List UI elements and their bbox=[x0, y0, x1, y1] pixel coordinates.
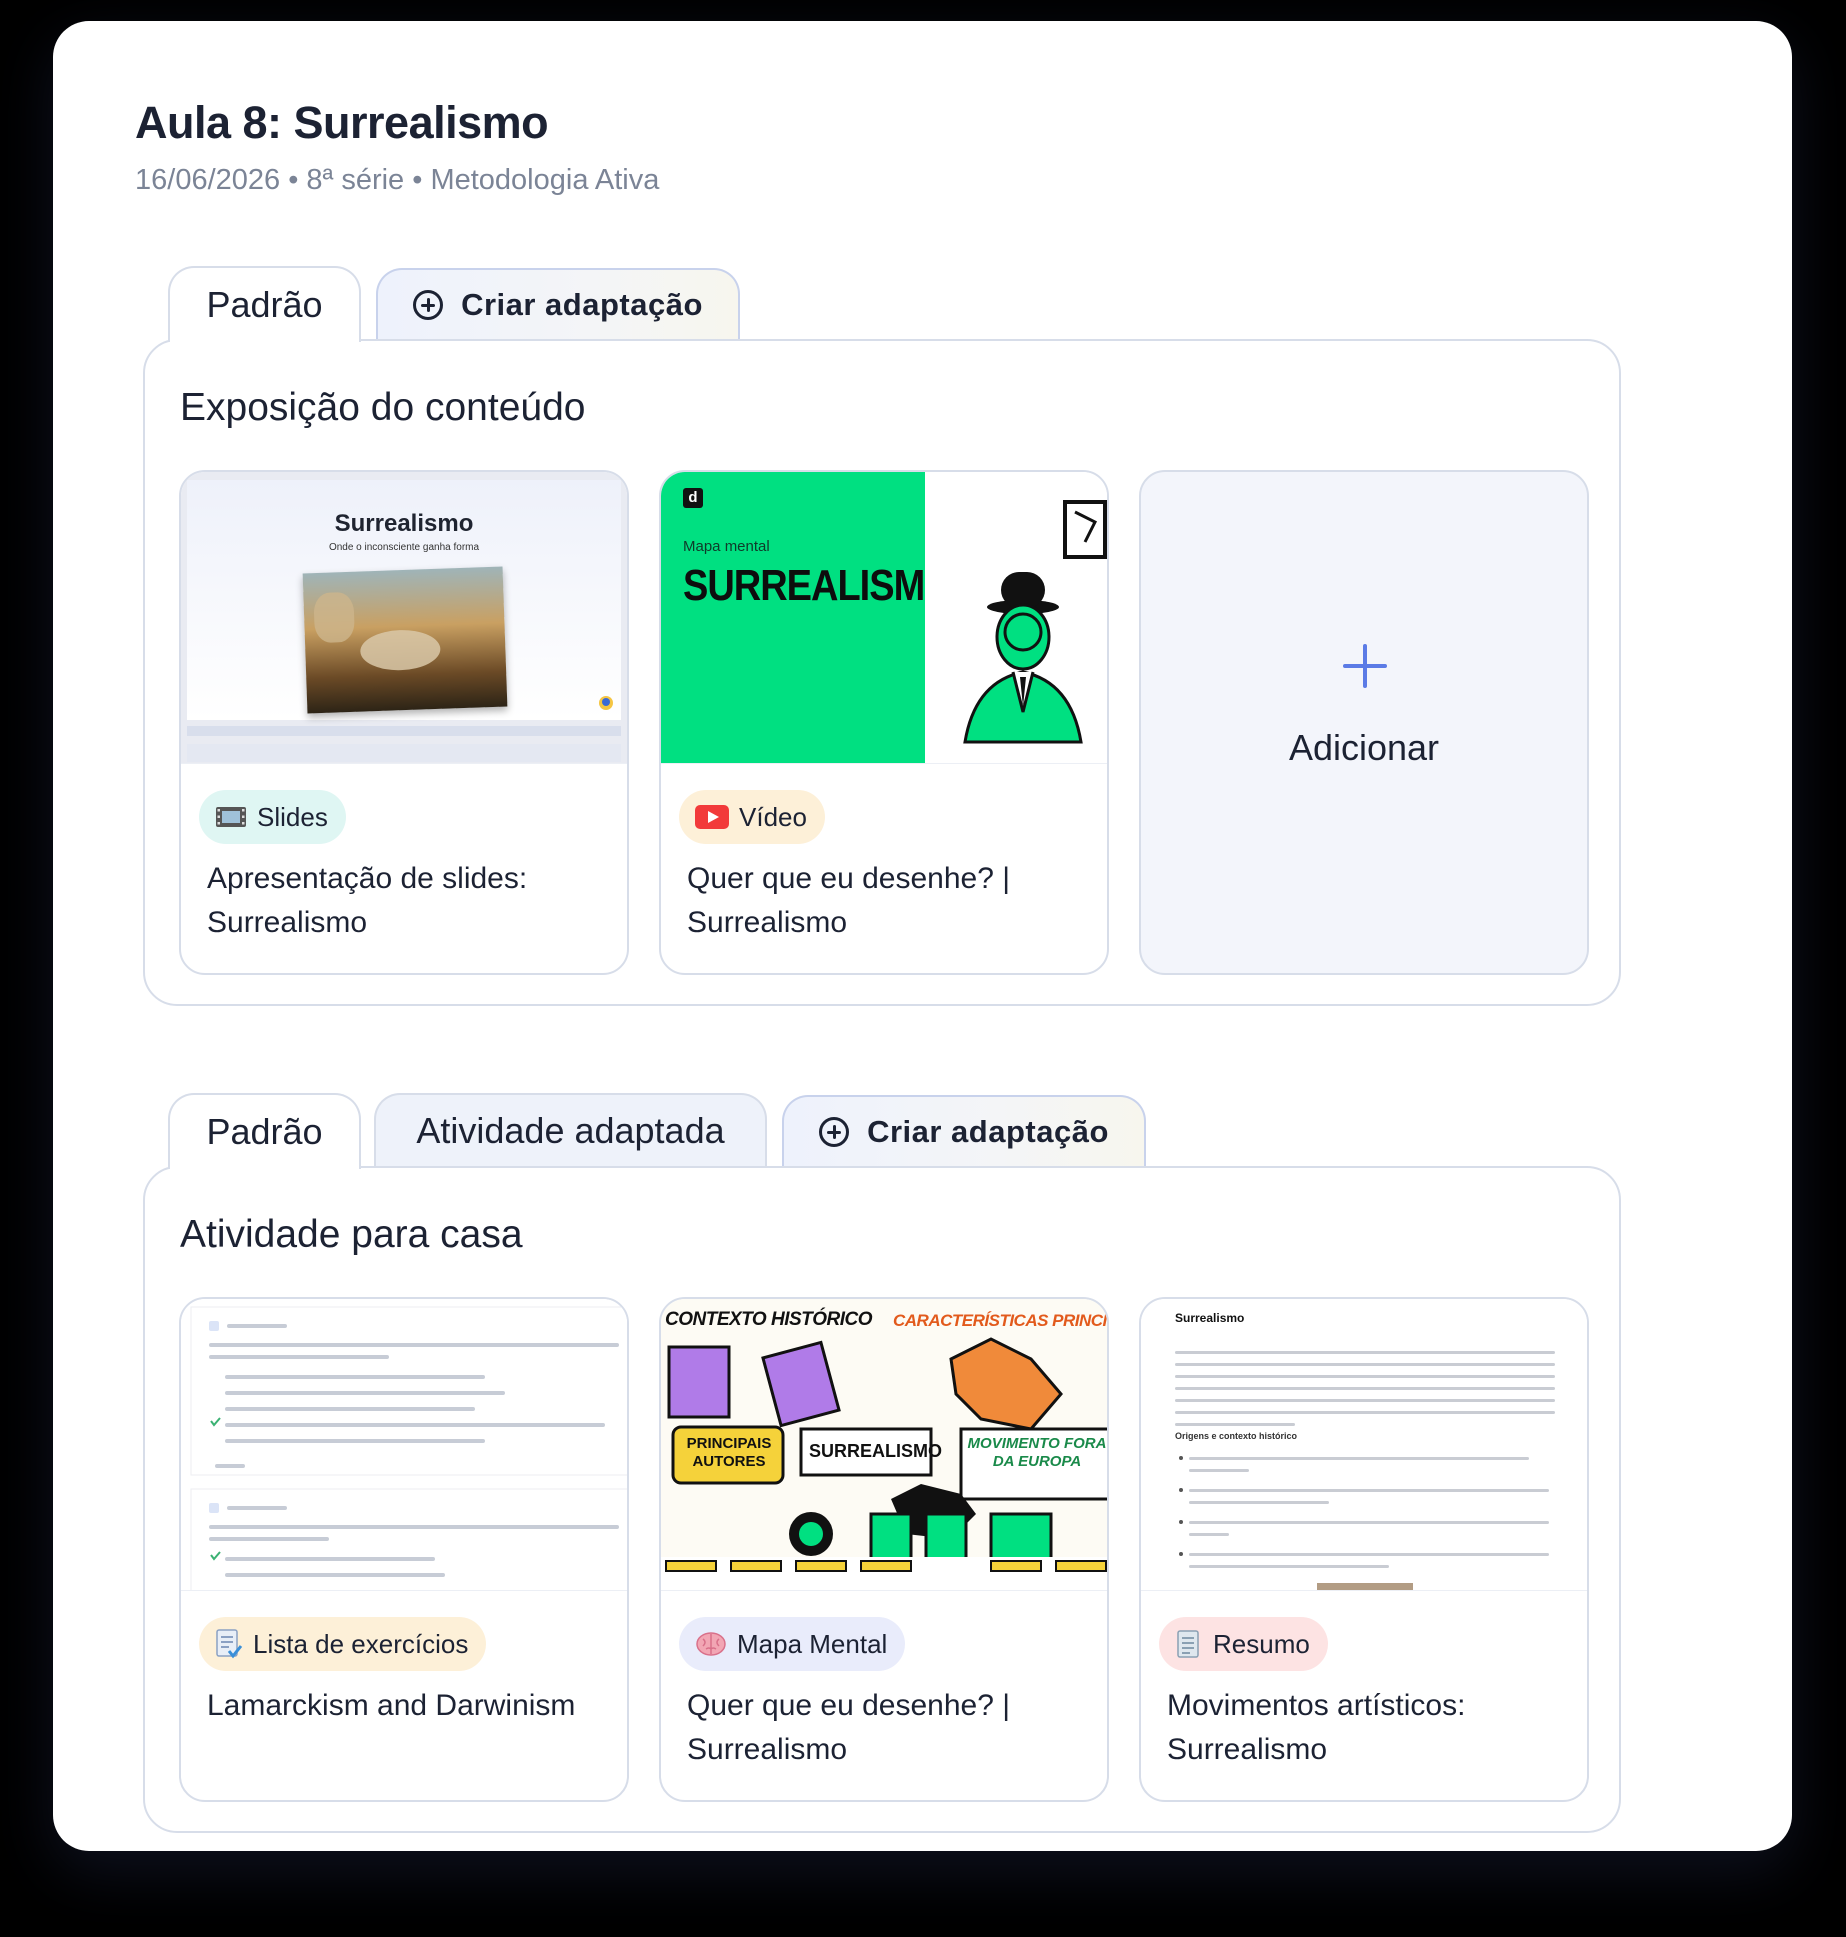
mind-map-center: SURREALISMO bbox=[809, 1441, 943, 1461]
document-icon bbox=[1177, 1630, 1199, 1658]
summary-badge: Resumo bbox=[1159, 1617, 1328, 1671]
slides-badge-label: Slides bbox=[257, 801, 328, 832]
exercise-list-card[interactable]: Lista de exercícios Lamarckism and Darwi… bbox=[179, 1297, 629, 1802]
summary-text-preview bbox=[1175, 1351, 1555, 1590]
section-title: Atividade para casa bbox=[180, 1213, 523, 1256]
exercise-list-badge-label: Lista de exercícios bbox=[253, 1628, 469, 1659]
mind-map-thumbnail: CONTEXTO HISTÓRICO CARACTERÍSTICAS PRINC… bbox=[661, 1299, 1107, 1591]
tab-standard-label: Padrão bbox=[206, 284, 323, 325]
tab-adapted-activity[interactable]: Atividade adaptada bbox=[374, 1093, 767, 1167]
video-card-title: Quer que eu desenhe? | Surrealismo bbox=[687, 862, 1011, 939]
tab-standard-label: Padrão bbox=[206, 1111, 323, 1152]
video-card[interactable]: d Mapa mental SURREALISMO Vídeo Quer que… bbox=[659, 470, 1109, 975]
film-icon bbox=[216, 807, 246, 827]
summary-badge-label: Resumo bbox=[1213, 1628, 1310, 1659]
mind-map-heading-right: CARACTERÍSTICAS PRINCIPAIS bbox=[893, 1311, 1107, 1330]
mind-map-badge: Mapa Mental bbox=[679, 1617, 906, 1671]
slides-card[interactable]: Surrealismo Onde o inconsciente ganha fo… bbox=[179, 470, 629, 975]
mind-map-card-title: Quer que eu desenhe? | Surrealismo bbox=[687, 1689, 1011, 1766]
mind-map-card[interactable]: CONTEXTO HISTÓRICO CARACTERÍSTICAS PRINC… bbox=[659, 1297, 1109, 1802]
slides-badge: Slides bbox=[199, 790, 346, 844]
content-exposition-section: Exposição do conteúdo Surrealismo Onde o… bbox=[143, 339, 1621, 1006]
quiz-preview bbox=[190, 1306, 627, 1590]
exercise-list-card-title: Lamarckism and Darwinism bbox=[207, 1689, 576, 1722]
mascot-icon bbox=[599, 696, 613, 710]
create-adaptation-tab-2[interactable]: Criar adaptação bbox=[782, 1095, 1146, 1167]
youtube-icon bbox=[695, 805, 729, 829]
section-title: Exposição do conteúdo bbox=[180, 386, 586, 429]
slide-thumb-title: Surrealismo bbox=[334, 510, 474, 537]
slides-thumbnail: Surrealismo Onde o inconsciente ganha fo… bbox=[181, 472, 627, 764]
tab-adapted-label: Atividade adaptada bbox=[416, 1110, 725, 1151]
tab-standard[interactable]: Padrão bbox=[168, 266, 361, 342]
plus-circle-icon bbox=[413, 290, 444, 320]
add-material-button[interactable]: Adicionar bbox=[1139, 470, 1589, 975]
summary-thumb-subheading: Origens e contexto histórico bbox=[1175, 1431, 1298, 1441]
lesson-meta: 16/06/2026 • 8ª série • Metodologia Ativ… bbox=[135, 164, 660, 196]
slide-thumb-subtitle: Onde o inconsciente ganha forma bbox=[328, 542, 480, 553]
create-adaptation-tab[interactable]: Criar adaptação bbox=[376, 268, 740, 340]
mind-map-heading-left: CONTEXTO HISTÓRICO bbox=[665, 1309, 873, 1330]
plus-icon bbox=[1343, 644, 1387, 688]
video-badge: Vídeo bbox=[679, 790, 825, 844]
brain-icon bbox=[696, 1632, 726, 1656]
create-adaptation-label: Criar adaptação bbox=[867, 1114, 1109, 1149]
exercise-list-badge: Lista de exercícios bbox=[199, 1617, 487, 1671]
summary-card-title: Movimentos artísticos: Surrealismo bbox=[1167, 1689, 1466, 1766]
lesson-title: Aula 8: Surrealismo bbox=[135, 97, 549, 148]
summary-card[interactable]: Surrealismo Origens e contexto histórico bbox=[1139, 1297, 1589, 1802]
video-thumb-small: Mapa mental bbox=[683, 538, 770, 555]
video-badge-label: Vídeo bbox=[739, 801, 807, 832]
homework-section: Atividade para casa Lista de exercícios … bbox=[143, 1166, 1621, 1833]
create-adaptation-label: Criar adaptação bbox=[461, 287, 703, 322]
channel-logo: d bbox=[683, 488, 703, 508]
mind-map-right-box: MOVIMENTO FORA DA EUROPA bbox=[967, 1435, 1107, 1470]
video-thumb-big: SURREALISMO bbox=[683, 562, 954, 611]
painting-image bbox=[302, 566, 508, 714]
plus-circle-icon bbox=[819, 1117, 850, 1147]
add-label: Adicionar bbox=[1288, 727, 1440, 768]
bowler-hat-man-illustration bbox=[963, 500, 1107, 744]
mind-map-left-box: PRINCIPAIS AUTORES bbox=[686, 1435, 772, 1470]
exercise-list-thumbnail bbox=[181, 1299, 627, 1591]
tab-standard-2[interactable]: Padrão bbox=[168, 1093, 361, 1169]
video-thumbnail: d Mapa mental SURREALISMO bbox=[661, 472, 1107, 764]
mind-map-badge-label: Mapa Mental bbox=[737, 1628, 888, 1659]
slides-card-title: Apresentação de slides: Surrealismo bbox=[207, 862, 528, 939]
summary-thumbnail: Surrealismo Origens e contexto histórico bbox=[1141, 1299, 1587, 1591]
checklist-icon bbox=[216, 1629, 243, 1659]
